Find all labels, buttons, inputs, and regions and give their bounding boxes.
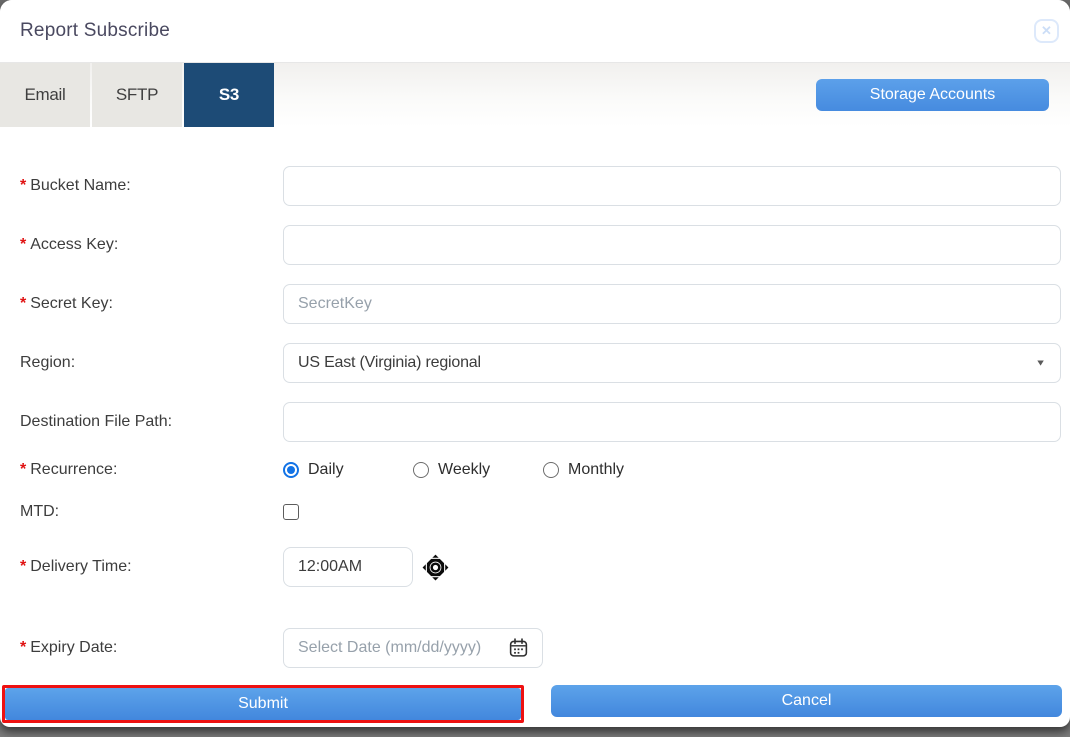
required-asterisk: *	[20, 558, 27, 575]
region-row: Region: US East (Virginia) regional ▼	[20, 343, 1061, 383]
radio-selected-icon	[283, 462, 299, 478]
required-asterisk: *	[20, 295, 27, 312]
dialog-title: Report Subscribe	[20, 20, 170, 41]
secret-key-label: * Secret Key:	[20, 295, 113, 312]
access-key-label: * Access Key:	[20, 236, 119, 253]
dialog-header: Report Subscribe ✕	[0, 0, 1070, 63]
tab-s3[interactable]: S3	[184, 63, 274, 127]
tab-email[interactable]: Email	[0, 63, 90, 127]
delivery-time-label: * Delivery Time:	[20, 558, 132, 575]
region-selected-value: US East (Virginia) regional	[298, 354, 481, 371]
s3-subscription-form: * Bucket Name: * Access Key: * Secret Key:	[0, 127, 1070, 668]
bucket-name-label: * Bucket Name:	[20, 177, 131, 194]
expiry-date-field	[283, 628, 543, 668]
access-key-row: * Access Key:	[20, 225, 1061, 265]
secret-key-input[interactable]	[283, 284, 1061, 324]
mtd-row: MTD:	[20, 503, 1061, 521]
recurrence-radio-monthly[interactable]: Monthly	[543, 461, 673, 479]
radio-unselected-icon	[543, 462, 559, 478]
chevron-down-icon: ▼	[1035, 358, 1046, 368]
submit-button[interactable]: Submit	[5, 688, 521, 720]
access-key-input[interactable]	[283, 225, 1061, 265]
close-icon[interactable]: ✕	[1034, 19, 1059, 43]
bucket-name-row: * Bucket Name:	[20, 166, 1061, 206]
dialog-footer: Submit Cancel	[0, 685, 1070, 723]
recurrence-radio-daily[interactable]: Daily	[283, 461, 413, 479]
radio-unselected-icon	[413, 462, 429, 478]
report-subscribe-dialog: Report Subscribe ✕ Email SFTP S3 Storage…	[0, 0, 1070, 727]
cancel-button[interactable]: Cancel	[551, 685, 1062, 717]
delivery-time-row: * Delivery Time:	[20, 547, 1061, 587]
submit-highlight-box: Submit	[2, 685, 524, 723]
destination-file-path-label: Destination File Path:	[20, 413, 173, 430]
required-asterisk: *	[20, 236, 27, 253]
time-picker-icon[interactable]	[422, 554, 449, 581]
recurrence-row: * Recurrence: Daily Weekly Monthly	[20, 461, 1061, 479]
delivery-time-input[interactable]	[283, 547, 413, 587]
recurrence-radio-weekly[interactable]: Weekly	[413, 461, 543, 479]
required-asterisk: *	[20, 639, 27, 656]
recurrence-label: * Recurrence:	[20, 461, 118, 478]
mtd-label: MTD:	[20, 503, 60, 520]
mtd-checkbox[interactable]	[283, 504, 299, 520]
region-select[interactable]: US East (Virginia) regional ▼	[283, 343, 1061, 383]
destination-file-path-row: Destination File Path:	[20, 402, 1061, 442]
region-label: Region:	[20, 354, 76, 371]
destination-file-path-input[interactable]	[283, 402, 1061, 442]
delivery-method-tabs: Email SFTP S3 Storage Accounts	[0, 63, 1070, 127]
required-asterisk: *	[20, 461, 27, 478]
expiry-date-row: * Expiry Date:	[20, 628, 1061, 668]
tab-sftp[interactable]: SFTP	[92, 63, 182, 127]
storage-accounts-button[interactable]: Storage Accounts	[816, 79, 1049, 111]
bucket-name-input[interactable]	[283, 166, 1061, 206]
required-asterisk: *	[20, 177, 27, 194]
secret-key-row: * Secret Key:	[20, 284, 1061, 324]
expiry-date-input[interactable]	[283, 628, 543, 668]
expiry-date-label: * Expiry Date:	[20, 639, 118, 656]
